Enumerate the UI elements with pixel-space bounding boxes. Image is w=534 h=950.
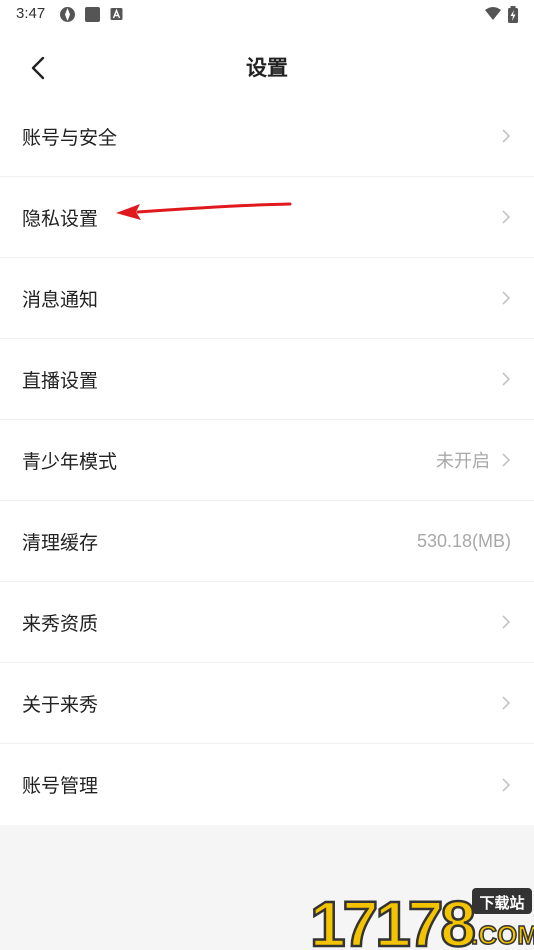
wifi-icon — [485, 7, 501, 20]
chevron-right-icon — [502, 372, 511, 386]
annotation-arrow-icon — [116, 202, 292, 220]
menu-item-notifications[interactable]: 消息通知 — [0, 258, 534, 339]
menu-item-qualifications[interactable]: 来秀资质 — [0, 582, 534, 663]
menu-item-label: 来秀资质 — [22, 612, 99, 635]
status-bar: 3:47 — [0, 0, 534, 28]
page-title: 设置 — [246, 56, 288, 80]
app-square-icon — [85, 7, 100, 22]
chevron-right-icon — [502, 291, 511, 305]
menu-item-label: 直播设置 — [22, 369, 99, 392]
svg-text:17178: 17178 — [310, 888, 474, 950]
menu-item-account-management[interactable]: 账号管理 — [0, 744, 534, 825]
chevron-right-icon — [502, 777, 511, 792]
menu-item-about[interactable]: 关于来秀 — [0, 663, 534, 744]
chevron-right-icon — [502, 129, 511, 143]
battery-icon — [508, 6, 518, 23]
menu-item-label: 消息通知 — [22, 288, 99, 311]
chevron-right-icon — [502, 453, 511, 467]
menu-item-teen-mode[interactable]: 青少年模式 未开启 — [0, 420, 534, 501]
menu-item-label: 青少年模式 — [22, 450, 118, 473]
chevron-right-icon — [502, 210, 511, 224]
menu-item-label: 账号管理 — [22, 775, 99, 797]
menu-item-label: 隐私设置 — [22, 207, 99, 230]
sync-icon — [60, 7, 75, 22]
teen-mode-status: 未开启 — [436, 451, 490, 471]
chevron-right-icon — [502, 615, 511, 629]
svg-text:.COM: .COM — [471, 920, 534, 950]
menu-item-label: 账号与安全 — [22, 126, 118, 149]
menu-item-clear-cache[interactable]: 清理缓存 530.18(MB) — [0, 501, 534, 582]
watermark-logo: 17178 下载站 .COM — [309, 887, 534, 950]
cache-size: 530.18(MB) — [416, 530, 511, 551]
status-time: 3:47 — [16, 5, 46, 22]
svg-text:下载站: 下载站 — [479, 894, 524, 912]
menu-item-label: 关于来秀 — [22, 693, 99, 716]
app-a-icon — [110, 8, 123, 20]
menu-item-live-settings[interactable]: 直播设置 — [0, 339, 534, 420]
menu-item-label: 清理缓存 — [22, 531, 99, 554]
chevron-right-icon — [502, 696, 511, 710]
menu-item-account-security[interactable]: 账号与安全 — [0, 96, 534, 177]
